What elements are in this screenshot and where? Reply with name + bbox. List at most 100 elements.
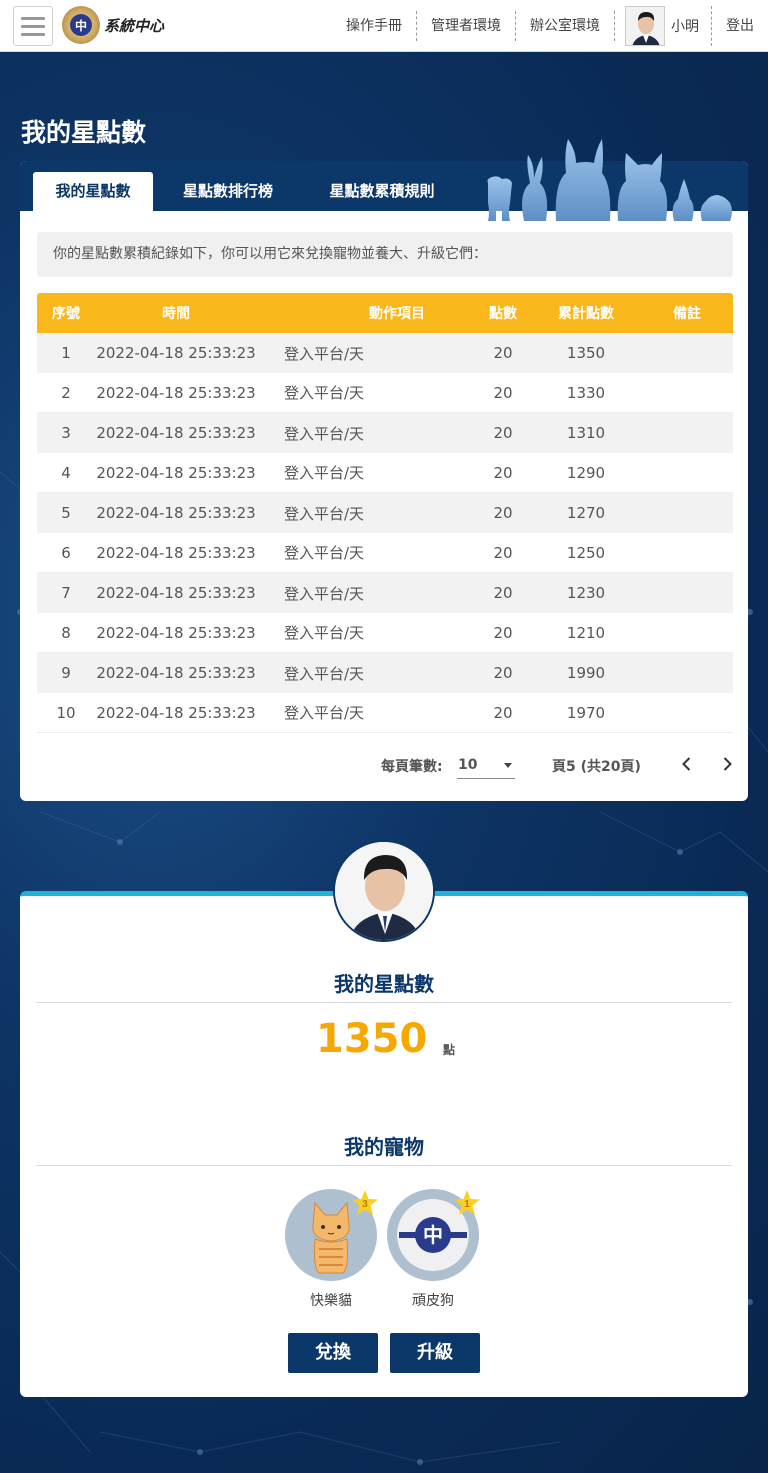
cell-points: 20 [493, 504, 513, 522]
column-header-action: 動作項目 [369, 306, 425, 322]
nav-link-admin-env[interactable]: 管理者環境 [417, 11, 516, 41]
nav-link-office-env[interactable]: 辦公室環境 [516, 11, 615, 41]
cell-cumulative: 1270 [566, 504, 606, 522]
hamburger-line [21, 24, 45, 28]
hamburger-line [21, 16, 45, 20]
points-value: 1350 [316, 1016, 428, 1062]
column-header-points: 點數 [489, 306, 517, 322]
top-nav: 操作手冊 管理者環境 辦公室環境 小明 登出 [332, 0, 768, 52]
avatar [625, 6, 665, 46]
rows-per-page-value: 10 [458, 757, 478, 773]
upgrade-button[interactable]: 升級 [390, 1333, 480, 1373]
cell-cumulative: 1250 [566, 543, 606, 562]
divider [36, 1002, 732, 1003]
rows-per-page-label: 每頁筆數: [381, 759, 443, 775]
cell-time: 2022-04-18 25:33:23 [96, 623, 256, 642]
hamburger-menu-button[interactable] [13, 6, 53, 46]
column-header-index: 序號 [52, 306, 80, 322]
cell-time: 2022-04-18 25:33:23 [96, 703, 256, 722]
cell-action: 登入平台/天 [284, 664, 365, 683]
pagination: 每頁筆數: 10 頁5 (共20頁) [20, 744, 748, 784]
pet-naughty-dog[interactable]: 中 1 頑皮狗 [387, 1189, 480, 1310]
top-navbar: 中 系統中心 操作手冊 管理者環境 辦公室環境 小明 登出 [0, 0, 768, 52]
cell-time: 2022-04-18 25:33:23 [96, 344, 256, 362]
table-row: 1 2022-04-18 25:33:23 登入平台/天 20 1350 [37, 333, 733, 373]
rows-per-page-select[interactable]: 10 [457, 751, 515, 779]
table-row: 3 2022-04-18 25:33:23 登入平台/天 20 1310 [37, 413, 733, 453]
cell-index: 8 [61, 623, 71, 642]
chevron-right-icon[interactable] [717, 754, 737, 774]
table-row: 8 2022-04-18 25:33:23 登入平台/天 20 1210 [37, 613, 733, 653]
cell-cumulative: 1310 [566, 424, 606, 442]
cell-time: 2022-04-18 25:33:23 [96, 463, 256, 482]
cell-action: 登入平台/天 [284, 624, 365, 642]
cell-index: 9 [61, 664, 71, 682]
cell-points: 20 [493, 623, 513, 642]
chevron-left-icon[interactable] [677, 754, 697, 774]
tab-accumulation-rules[interactable]: 星點數累積規則 [312, 172, 452, 211]
page-title: 我的星點數 [21, 118, 147, 147]
cell-index: 5 [61, 504, 71, 522]
pet-name: 快樂貓 [310, 1293, 352, 1309]
pet-happy-cat[interactable]: 3 快樂貓 [285, 1189, 378, 1310]
info-message: 你的星點數累積紀錄如下，你可以用它來兌換寵物並養大、升級它們： [37, 232, 733, 277]
svg-text:中: 中 [423, 1223, 443, 1247]
cell-cumulative: 1350 [566, 344, 606, 362]
user-name: 小明 [671, 19, 699, 35]
cell-time: 2022-04-18 25:33:23 [96, 504, 256, 522]
cell-time: 2022-04-18 25:33:23 [96, 383, 256, 402]
table-row: 7 2022-04-18 25:33:23 登入平台/天 20 1230 [37, 573, 733, 613]
cell-cumulative: 1230 [566, 584, 606, 602]
nav-link-manual[interactable]: 操作手冊 [332, 11, 417, 41]
cell-points: 20 [493, 344, 513, 362]
table-row: 10 2022-04-18 25:33:23 登入平台/天 20 1970 [37, 693, 733, 733]
cell-index: 10 [56, 703, 76, 722]
table-body: 1 2022-04-18 25:33:23 登入平台/天 20 1350 2 2… [37, 333, 733, 733]
exchange-button[interactable]: 兌換 [288, 1333, 378, 1373]
cell-index: 1 [61, 344, 71, 362]
pet-level: 1 [464, 1199, 470, 1210]
cell-action: 登入平台/天 [284, 504, 365, 523]
cell-points: 20 [493, 424, 513, 442]
table-row: 5 2022-04-18 25:33:23 登入平台/天 20 1270 [37, 493, 733, 533]
cell-action: 登入平台/天 [284, 704, 365, 722]
cell-cumulative: 1290 [566, 463, 606, 482]
hamburger-line [21, 32, 45, 36]
caret-down-icon [504, 763, 512, 768]
page-info: 頁5 (共20頁) [552, 759, 641, 775]
table-header: 序號 時間 動作項目 點數 累計點數 備註 [37, 293, 733, 333]
table-row: 6 2022-04-18 25:33:23 登入平台/天 20 1250 [37, 533, 733, 573]
star-points-card: 我的星點數 星點數排行榜 星點數累積規則 你的星點數累積紀錄如下，你可以用它來兌… [20, 161, 748, 801]
cell-time: 2022-04-18 25:33:23 [96, 543, 256, 562]
cell-points: 20 [493, 703, 513, 722]
tab-leaderboard[interactable]: 星點數排行榜 [168, 172, 288, 211]
table-row: 4 2022-04-18 25:33:23 登入平台/天 20 1290 [37, 453, 733, 493]
logout-link[interactable]: 登出 [712, 11, 768, 41]
cell-points: 20 [493, 463, 513, 482]
cell-cumulative: 1210 [566, 623, 606, 642]
points-history-table: 序號 時間 動作項目 點數 累計點數 備註 1 2022-04-18 25:33… [37, 293, 733, 733]
table-row: 9 2022-04-18 25:33:23 登入平台/天 20 1990 [37, 653, 733, 693]
logo-seal-icon: 中 [62, 6, 100, 44]
cell-index: 7 [61, 584, 71, 602]
my-star-points-title: 我的星點數 [334, 972, 434, 996]
table-row: 2 2022-04-18 25:33:23 登入平台/天 20 1330 [37, 373, 733, 413]
user-menu[interactable]: 小明 [615, 6, 712, 46]
cell-points: 20 [493, 383, 513, 402]
cell-index: 3 [61, 424, 71, 442]
tab-my-star-points[interactable]: 我的星點數 [33, 172, 153, 211]
cell-points: 20 [493, 664, 513, 682]
site-logo[interactable]: 中 系統中心 [62, 6, 164, 44]
logo-text: 系統中心 [104, 16, 165, 35]
column-header-time: 時間 [162, 306, 190, 322]
cell-cumulative: 1330 [566, 383, 606, 402]
cell-index: 4 [61, 463, 71, 482]
cell-action: 登入平台/天 [284, 384, 365, 402]
column-header-cumulative: 累計點數 [558, 306, 614, 322]
star-badge-icon: 3 [352, 1190, 378, 1215]
pets-silhouette-icon [487, 139, 732, 221]
cell-index: 6 [61, 543, 71, 562]
cell-time: 2022-04-18 25:33:23 [96, 584, 256, 602]
cell-index: 2 [61, 383, 71, 402]
cell-cumulative: 1970 [566, 703, 606, 722]
